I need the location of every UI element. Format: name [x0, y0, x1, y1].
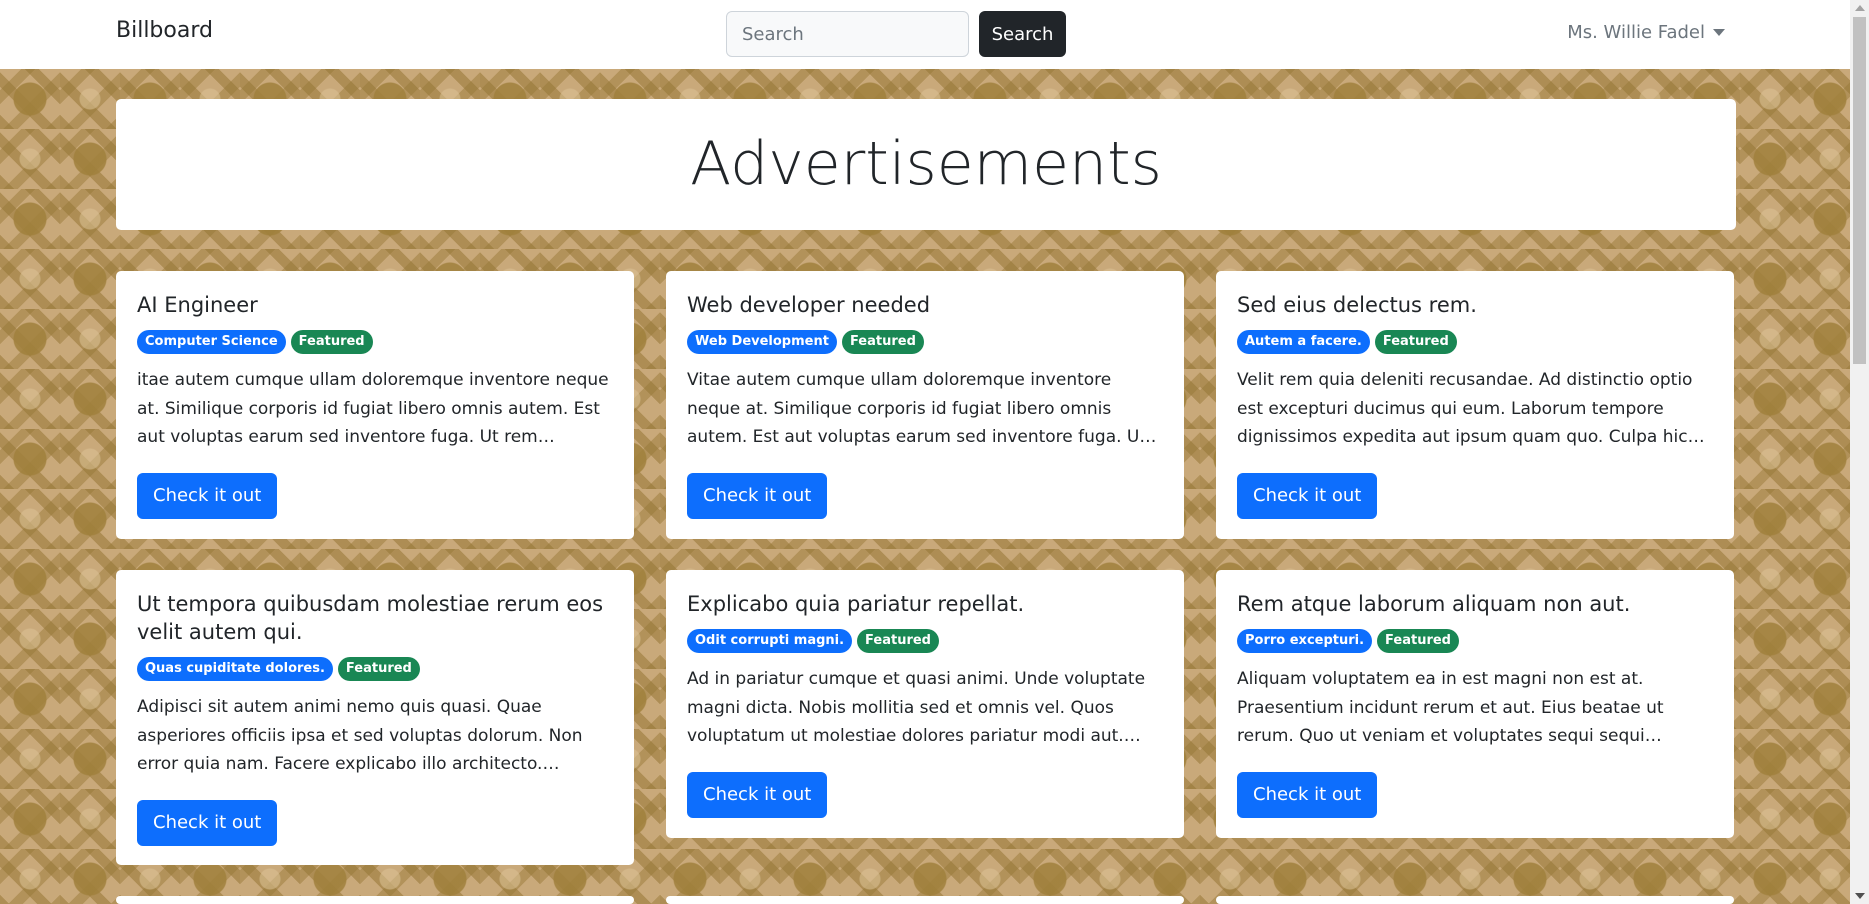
ad-card: Rem atque laborum aliquam non aut. Porro…	[1216, 570, 1734, 838]
ad-title: Sed eius delectus rem.	[1237, 293, 1477, 317]
badge-group: Quas cupiditate dolores. Featured	[137, 657, 613, 681]
search-input[interactable]	[726, 11, 969, 57]
badge-group: Porro excepturi. Featured	[1237, 629, 1713, 653]
ad-description: itae autem cumque ullam doloremque inven…	[137, 370, 609, 447]
ad-card: Ut tempora quibusdam molestiae rerum eos…	[116, 570, 634, 865]
category-badge: Porro excepturi.	[1237, 629, 1373, 653]
scroll-up-arrow-icon[interactable]	[1855, 5, 1865, 11]
featured-badge: Featured	[1374, 330, 1457, 354]
navbar: Billboard Search Ms. Willie Fadel	[0, 0, 1850, 69]
badge-group: Web Development Featured	[687, 330, 1163, 354]
ad-description: Velit rem quia deleniti recusandae. Ad d…	[1237, 370, 1693, 447]
ad-card-partial	[1216, 896, 1734, 904]
badge-group: Odit corrupti magni. Featured	[687, 629, 1163, 653]
ad-title: Web developer needed	[687, 293, 931, 317]
page-title: Advertisements	[690, 129, 1162, 199]
ad-card: Explicabo quia pariatur repellat. Odit c…	[666, 570, 1184, 838]
ad-card: Web developer needed Web Development Fea…	[666, 271, 1184, 539]
ad-title: Rem atque laborum aliquam non aut.	[1237, 592, 1631, 616]
featured-badge: Featured	[1377, 629, 1459, 653]
ad-title: Explicabo quia pariatur repellat.	[687, 592, 1025, 616]
scroll-down-arrow-icon[interactable]	[1855, 893, 1865, 899]
badge-group: Autem a facere. Featured	[1237, 330, 1713, 354]
check-it-out-button[interactable]: Check it out	[687, 472, 828, 519]
featured-badge: Featured	[337, 657, 420, 681]
check-it-out-button[interactable]: Check it out	[1237, 472, 1378, 519]
category-badge: Odit corrupti magni.	[687, 629, 853, 653]
check-it-out-button[interactable]: Check it out	[137, 799, 278, 846]
category-badge: Autem a facere.	[1237, 330, 1370, 354]
check-it-out-button[interactable]: Check it out	[1237, 771, 1378, 818]
search-button[interactable]: Search	[979, 11, 1066, 57]
ad-description: Ad in pariatur cumque et quasi animi. Un…	[687, 669, 1146, 746]
vertical-scrollbar[interactable]	[1850, 0, 1869, 904]
user-menu[interactable]: Ms. Willie Fadel	[1567, 22, 1725, 43]
badge-group: Computer Science Featured	[137, 330, 613, 354]
ad-title: AI Engineer	[137, 293, 258, 317]
ad-card-partial	[666, 896, 1184, 904]
category-badge: Quas cupiditate dolores.	[137, 657, 333, 681]
category-badge: Computer Science	[137, 330, 286, 354]
scrollbar-thumb[interactable]	[1853, 17, 1866, 364]
check-it-out-button[interactable]: Check it out	[687, 771, 828, 818]
page-header: Advertisements	[116, 99, 1736, 230]
user-name: Ms. Willie Fadel	[1567, 22, 1705, 43]
featured-badge: Featured	[290, 330, 373, 354]
featured-badge: Featured	[857, 629, 939, 653]
ad-description: Adipisci sit autem animi nemo quis quasi…	[137, 697, 583, 774]
category-badge: Web Development	[687, 330, 837, 354]
chevron-down-icon	[1713, 29, 1725, 36]
ad-card: AI Engineer Computer Science Featured it…	[116, 271, 634, 539]
ad-description: Vitae autem cumque ullam doloremque inve…	[687, 370, 1147, 447]
ad-card-partial	[116, 896, 634, 904]
featured-badge: Featured	[841, 330, 924, 354]
ad-description: Aliquam voluptatem ea in est magni non e…	[1237, 669, 1664, 746]
check-it-out-button[interactable]: Check it out	[137, 472, 278, 519]
brand-logo[interactable]: Billboard	[116, 18, 213, 43]
ad-title: Ut tempora quibusdam molestiae rerum eos…	[137, 592, 604, 644]
ad-card: Sed eius delectus rem. Autem a facere. F…	[1216, 271, 1734, 539]
